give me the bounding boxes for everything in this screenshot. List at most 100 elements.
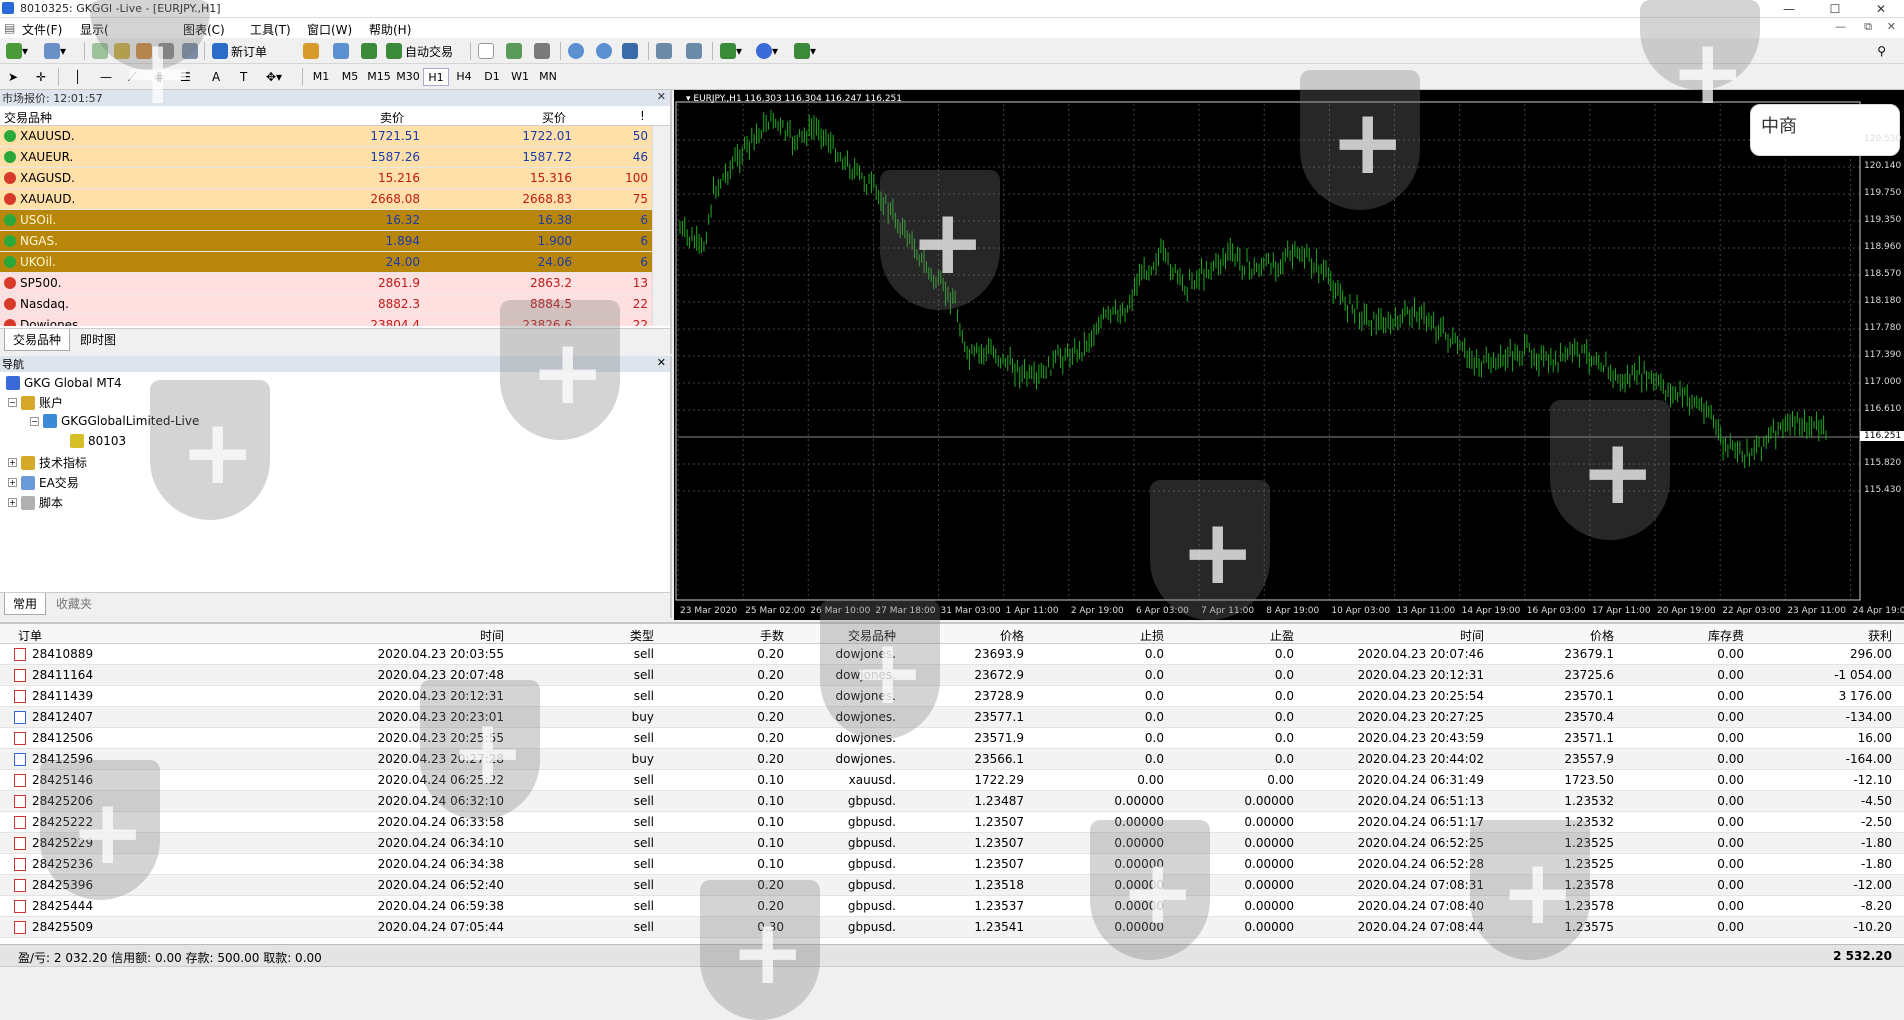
history-row[interactable]: 28425396 2020.04.24 06:52:40 sell 0.20 gbpus… xyxy=(0,875,1904,896)
zoom-in-icon[interactable] xyxy=(568,42,584,60)
data-window-toggle[interactable] xyxy=(114,42,130,60)
history-col-3[interactable]: 手数 xyxy=(760,627,784,644)
text-tool[interactable]: A xyxy=(212,68,220,86)
history-row[interactable]: 28412407 2020.04.23 20:23:01 buy 0.20 dowjon… xyxy=(0,707,1904,728)
expand-icon[interactable]: + xyxy=(8,478,17,487)
tab-symbols[interactable]: 交易品种 xyxy=(4,329,71,351)
col-spread[interactable]: ! xyxy=(640,109,645,123)
tf-mn[interactable]: MN xyxy=(535,68,561,86)
history-col-5[interactable]: 价格 xyxy=(1000,627,1024,644)
collapse-icon[interactable]: − xyxy=(8,398,17,407)
market-button[interactable] xyxy=(361,42,377,60)
signals-button[interactable] xyxy=(333,42,349,60)
symbol-row[interactable]: Dowjones. 23804.4 23826.6 22 xyxy=(0,315,652,326)
history-row[interactable]: 28425229 2020.04.24 06:34:10 sell 0.10 gbpus… xyxy=(0,833,1904,854)
history-col-10[interactable]: 库存费 xyxy=(1708,627,1744,644)
symbol-row[interactable]: XAUUSD. 1721.51 1722.01 50 xyxy=(0,126,652,147)
tf-m5[interactable]: M5 xyxy=(337,68,363,86)
close-icon[interactable]: ✕ xyxy=(657,356,666,369)
templates-button[interactable]: ▾ xyxy=(794,42,816,60)
search-icon[interactable]: ⚲ xyxy=(1877,42,1886,60)
zoom-out-icon[interactable] xyxy=(596,42,612,60)
history-col-6[interactable]: 止损 xyxy=(1140,627,1164,644)
tf-d1[interactable]: D1 xyxy=(479,68,505,86)
menu-help[interactable]: 帮助(H) xyxy=(369,21,411,38)
menu-window[interactable]: 窗口(W) xyxy=(307,21,352,38)
doc-close-button[interactable]: ✕ xyxy=(1887,20,1896,33)
nav-accounts[interactable]: − 账户 xyxy=(8,394,63,411)
symbol-row[interactable]: Nasdaq. 8882.3 8884.5 22 xyxy=(0,294,652,315)
profiles-button[interactable]: ▾ xyxy=(44,42,66,60)
collapse-icon[interactable]: − xyxy=(30,416,39,426)
terminal-toggle[interactable] xyxy=(158,42,174,60)
crosshair-icon[interactable]: ✛ xyxy=(36,68,46,86)
close-icon[interactable]: ✕ xyxy=(657,90,666,103)
close-button[interactable]: ✕ xyxy=(1858,0,1904,18)
doc-menu-icon[interactable]: ▤ xyxy=(4,21,15,35)
nav-scripts[interactable]: + 脚本 xyxy=(8,494,63,511)
history-row[interactable]: 28411439 2020.04.23 20:12:31 sell 0.20 dowjo… xyxy=(0,686,1904,707)
history-row[interactable]: 28425222 2020.04.24 06:33:58 sell 0.10 gbpus… xyxy=(0,812,1904,833)
tf-h4[interactable]: H4 xyxy=(451,68,477,86)
tf-h1[interactable]: H1 xyxy=(423,68,449,86)
history-row[interactable]: 28412506 2020.04.23 20:25:55 sell 0.20 dowjo… xyxy=(0,728,1904,749)
new-order-button[interactable]: 新订单 xyxy=(212,42,267,60)
market-watch-scrollbar[interactable] xyxy=(652,126,670,326)
auto-trading-button[interactable]: 自动交易 xyxy=(386,42,453,60)
market-watch-toggle[interactable] xyxy=(92,42,108,60)
fibonacci-icon[interactable]: ☰ xyxy=(180,68,191,86)
history-col-11[interactable]: 获利 xyxy=(1868,627,1892,644)
candlestick-button[interactable] xyxy=(506,42,522,60)
nav-server[interactable]: − GKGGlobalLimited-Live xyxy=(30,414,199,428)
new-chart-button[interactable]: ▾ xyxy=(6,42,28,60)
autoscroll-button[interactable] xyxy=(686,42,702,60)
doc-restore-button[interactable]: ⧉ xyxy=(1864,20,1872,34)
symbol-row[interactable]: XAGUSD. 15.216 15.316 100 xyxy=(0,168,652,189)
history-row[interactable]: 28412596 2020.04.23 20:27:28 buy 0.20 dowjon… xyxy=(0,749,1904,770)
symbol-row[interactable]: NGAS. 1.894 1.900 6 xyxy=(0,231,652,252)
col-ask[interactable]: 买价 xyxy=(542,109,566,126)
expand-icon[interactable]: + xyxy=(8,498,17,507)
symbol-row[interactable]: XAUAUD. 2668.08 2668.83 75 xyxy=(0,189,652,210)
history-row[interactable]: 28425444 2020.04.24 06:59:38 sell 0.20 gbpus… xyxy=(0,896,1904,917)
vertical-line-icon[interactable]: │ xyxy=(74,68,81,86)
tab-tick-chart[interactable]: 即时图 xyxy=(72,329,124,351)
metaeditor-button[interactable] xyxy=(303,42,319,60)
nav-account[interactable]: 80103 xyxy=(70,434,126,448)
menu-view[interactable]: 显示( xyxy=(80,21,109,38)
history-col-9[interactable]: 价格 xyxy=(1590,627,1614,644)
expand-icon[interactable]: + xyxy=(8,458,17,467)
history-row[interactable]: 28411164 2020.04.23 20:07:48 sell 0.20 dowjo… xyxy=(0,665,1904,686)
menu-file[interactable]: 文件(F) xyxy=(22,21,62,38)
tf-m1[interactable]: M1 xyxy=(308,68,334,86)
history-col-7[interactable]: 止盈 xyxy=(1270,627,1294,644)
tab-favorites[interactable]: 收藏夹 xyxy=(48,593,100,615)
chart-shift-button[interactable] xyxy=(656,42,672,60)
history-row[interactable]: 28425146 2020.04.24 06:25:22 sell 0.10 xauus… xyxy=(0,770,1904,791)
nav-root[interactable]: GKG Global MT4 xyxy=(6,376,122,390)
doc-minimize-button[interactable]: — xyxy=(1835,20,1846,33)
history-col-1[interactable]: 时间 xyxy=(480,627,504,644)
tf-m15[interactable]: M15 xyxy=(366,68,392,86)
text-label-tool[interactable]: T xyxy=(240,68,247,86)
symbol-row[interactable]: UKOil. 24.00 24.06 6 xyxy=(0,252,652,273)
tf-m30[interactable]: M30 xyxy=(395,68,421,86)
line-chart-button[interactable] xyxy=(534,42,550,60)
maximize-button[interactable]: ☐ xyxy=(1812,0,1858,18)
price-chart[interactable]: ▾ EURJPY.,H1 116.303 116.304 116.247 116… xyxy=(674,90,1904,620)
indicators-button[interactable]: ▾ xyxy=(720,42,742,60)
col-bid[interactable]: 卖价 xyxy=(380,109,404,126)
bar-chart-button[interactable] xyxy=(478,42,494,60)
channel-icon[interactable]: ⋕ xyxy=(154,68,164,86)
history-col-2[interactable]: 类型 xyxy=(630,627,654,644)
symbol-row[interactable]: USOil. 16.32 16.38 6 xyxy=(0,210,652,231)
tf-w1[interactable]: W1 xyxy=(507,68,533,86)
periods-button[interactable]: ▾ xyxy=(756,42,778,60)
symbol-row[interactable]: SP500. 2861.9 2863.2 13 xyxy=(0,273,652,294)
history-row[interactable]: 28410889 2020.04.23 20:03:55 sell 0.20 dowjo… xyxy=(0,644,1904,665)
symbol-row[interactable]: XAUEUR. 1587.26 1587.72 46 xyxy=(0,147,652,168)
chart-canvas[interactable] xyxy=(674,90,1904,620)
history-row[interactable]: 28425236 2020.04.24 06:34:38 sell 0.10 gbpus… xyxy=(0,854,1904,875)
history-row[interactable]: 28425206 2020.04.24 06:32:10 sell 0.10 gbpus… xyxy=(0,791,1904,812)
minimize-button[interactable]: — xyxy=(1766,0,1812,18)
